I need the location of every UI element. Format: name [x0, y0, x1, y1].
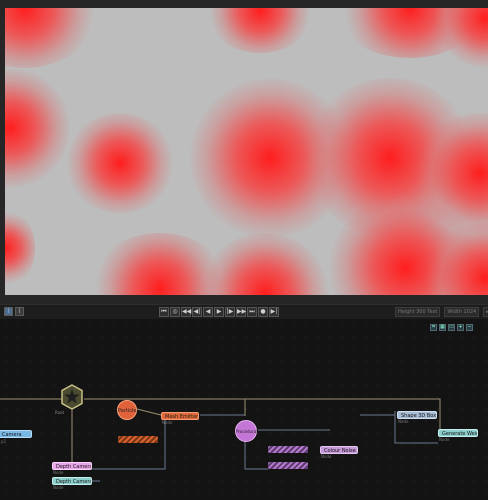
red-blob [205, 8, 315, 53]
viewer-mode-buttons: i i [4, 307, 24, 316]
viewer-settings: Height 300 Text Width 1024 ▸ ▸ [395, 307, 488, 317]
skip-end-icon[interactable]: ⏭ [247, 307, 257, 317]
disabled-node[interactable] [118, 436, 158, 443]
layout-icon[interactable]: ▦ [439, 324, 446, 331]
arrows-icon[interactable]: ▸ ▸ [483, 307, 488, 317]
node-shape-3d-box[interactable]: Shape 3D Box [397, 411, 437, 419]
node-colour-noise[interactable]: Colour Noise [320, 446, 358, 454]
node-colour-noise-sub: Node [321, 454, 332, 459]
step-forward-icon[interactable]: |▶ [225, 307, 235, 317]
node-depth-camera-1[interactable]: Depth Camera 1 [52, 462, 92, 470]
width-field[interactable]: Width 1024 [444, 307, 480, 317]
fast-forward-icon[interactable]: ▶▶ [236, 307, 246, 317]
red-blob [200, 233, 330, 295]
red-blob [5, 68, 70, 188]
settings-icon[interactable]: i [15, 307, 24, 316]
node-depth-camera-2[interactable]: Depth Camera 2 [52, 477, 92, 485]
node-depth-camera-1-sub: Node [53, 470, 64, 475]
grid-icon[interactable]: ⌗ [430, 324, 437, 331]
node-camera-sub: p2 [1, 439, 7, 444]
root-hub-label: Root [55, 410, 65, 415]
node-generate-weight[interactable]: Generate Weight [438, 429, 478, 437]
node-mesh-emitter-sub: Node [162, 420, 173, 425]
step-back-icon[interactable]: ◀| [192, 307, 202, 317]
node-generate-weight-sub: Node [439, 437, 450, 442]
frame-icon[interactable]: ▭ [448, 324, 455, 331]
play-back-icon[interactable]: ◀ [203, 307, 213, 317]
info-icon[interactable]: i [4, 307, 13, 316]
root-hub-icon[interactable] [60, 384, 84, 410]
node-procedural[interactable]: Procedural [235, 420, 257, 442]
rewind-icon[interactable]: ◀◀ [181, 307, 191, 317]
node-particle[interactable]: Particle [117, 400, 137, 420]
disabled-node[interactable] [268, 446, 308, 453]
red-blob [435, 8, 488, 68]
red-blob [5, 208, 35, 288]
record-icon[interactable]: ● [258, 307, 268, 317]
render-canvas[interactable] [5, 8, 488, 295]
node-mesh-emitter[interactable]: Mesh Emitter [161, 412, 199, 420]
node-camera[interactable]: Camera [0, 430, 32, 438]
height-field[interactable]: Height 300 Text [395, 307, 441, 317]
skip-start-icon[interactable]: ⏮ [159, 307, 169, 317]
node-shape-3d-box-sub: Node [398, 419, 409, 424]
red-blob [5, 8, 100, 68]
viewer-panel [0, 0, 488, 304]
transport-controls: ⏮ ◎ ◀◀ ◀| ◀ ▶ |▶ ▶▶ ⏭ ● ▶| [159, 307, 279, 317]
disabled-node[interactable] [268, 462, 308, 469]
timeline-bar: i i ⏮ ◎ ◀◀ ◀| ◀ ▶ |▶ ▶▶ ⏭ ● ▶| Height 30… [0, 304, 488, 319]
loop-icon[interactable]: ◎ [170, 307, 180, 317]
red-blob [65, 113, 175, 213]
zoom-in-icon[interactable]: + [457, 324, 464, 331]
zoom-out-icon[interactable]: − [466, 324, 473, 331]
graph-toolbar: ⌗ ▦ ▭ + − [430, 324, 473, 331]
play-icon[interactable]: ▶ [214, 307, 224, 317]
end-icon[interactable]: ▶| [269, 307, 279, 317]
node-depth-camera-2-sub: Node [53, 485, 64, 490]
